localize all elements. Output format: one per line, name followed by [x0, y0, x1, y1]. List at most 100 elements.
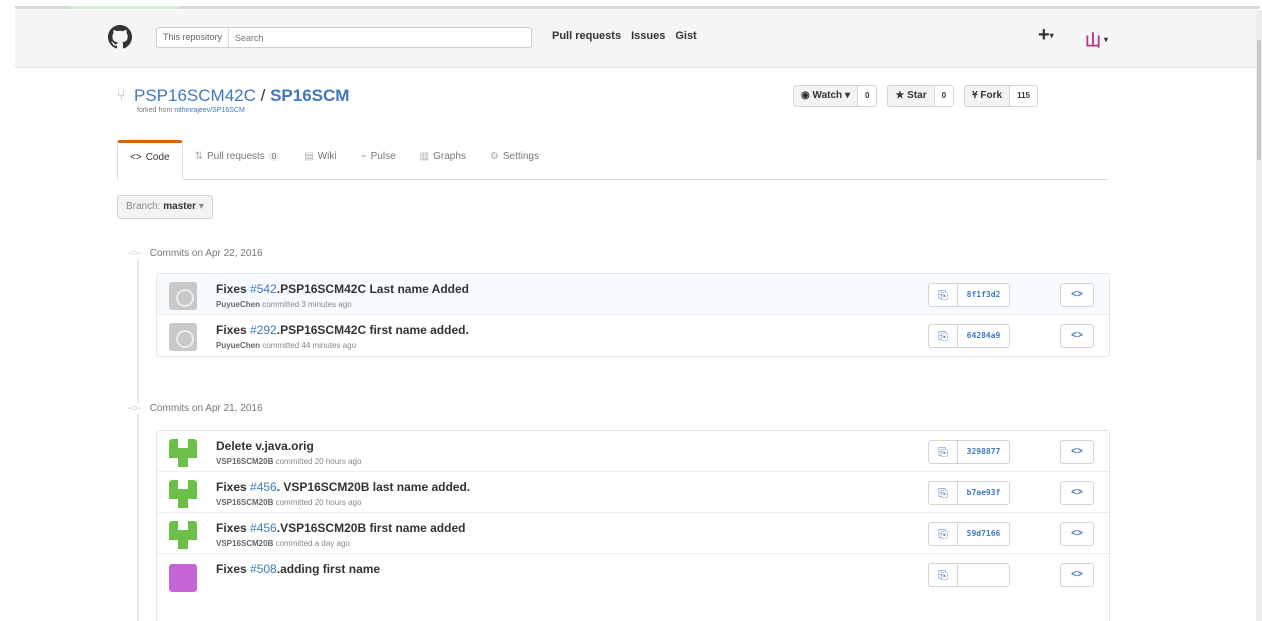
- clipboard-icon[interactable]: ⎘: [928, 481, 958, 505]
- tab-pulse[interactable]: ⌁ Pulse: [349, 140, 408, 180]
- chevron-down-icon: ▾: [1104, 34, 1109, 44]
- create-new-menu[interactable]: +▾: [1038, 24, 1054, 47]
- avatar[interactable]: [169, 521, 197, 549]
- pull-requests-count: 0: [267, 152, 281, 161]
- graph-icon: ▥: [419, 151, 430, 162]
- star-count[interactable]: 0: [934, 85, 955, 107]
- issue-link[interactable]: #456: [250, 521, 277, 535]
- branch-select-button[interactable]: Branch: master ▾: [117, 195, 213, 219]
- commit-sha-link[interactable]: 64284a9: [958, 324, 1010, 348]
- avatar[interactable]: [169, 282, 197, 310]
- avatar[interactable]: [169, 439, 197, 467]
- site-header: This repository Pull requests Issues Gis…: [15, 10, 1260, 68]
- clipboard-icon[interactable]: ⎘: [928, 440, 958, 464]
- commit-message[interactable]: Fixes #456.VSP16SCM20B first name added: [216, 521, 465, 535]
- fork-count[interactable]: 115: [1010, 85, 1038, 107]
- repo-owner-link[interactable]: PSP16SCM42C: [134, 86, 256, 105]
- repo-forked-icon: ⑂: [117, 87, 126, 103]
- search-input[interactable]: [229, 28, 531, 47]
- top-strip-accent: [70, 6, 180, 9]
- commit-sha-group: ⎘ b7ae93f: [928, 481, 1010, 505]
- fork-button[interactable]: Ұ Fork: [964, 85, 1011, 107]
- commit-author[interactable]: PuyueChen: [216, 300, 260, 309]
- watch-count[interactable]: 0: [857, 85, 878, 107]
- tab-graphs[interactable]: ▥ Graphs: [408, 140, 478, 180]
- star-button[interactable]: ★ Star: [887, 85, 935, 107]
- issue-link[interactable]: #542: [250, 282, 277, 296]
- commit-message[interactable]: Fixes #292.PSP16SCM42C first name added.: [216, 323, 469, 337]
- clipboard-icon[interactable]: ⎘: [928, 283, 958, 307]
- pull-request-icon: ⇅: [194, 151, 203, 162]
- commit-message[interactable]: Fixes #508.adding first name: [216, 562, 380, 576]
- clipboard-icon[interactable]: ⎘: [928, 522, 958, 546]
- forked-from: forked from nithinrajeev/SP16SCM: [137, 107, 245, 114]
- git-commit-icon: -○-: [128, 403, 141, 414]
- commit-message-prefix: Fixes: [216, 323, 251, 337]
- commit-sha-group: ⎘ 8f1f3d2: [928, 283, 1010, 307]
- star-group: ★ Star 0: [887, 85, 955, 107]
- tab-settings[interactable]: ⚙ Settings: [478, 140, 551, 180]
- commit-author[interactable]: VSP16SCM20B: [216, 457, 273, 466]
- tab-settings-label: Settings: [502, 151, 539, 162]
- commit-time: committed 20 hours ago: [275, 498, 362, 507]
- tab-wiki[interactable]: ▤ Wiki: [292, 140, 348, 180]
- commit-sha-link[interactable]: 3298877: [958, 440, 1010, 464]
- clipboard-icon[interactable]: ⎘: [928, 324, 958, 348]
- commit-author[interactable]: VSP16SCM20B: [216, 498, 273, 507]
- code-browse-icon[interactable]: <>: [1060, 563, 1094, 587]
- forked-from-link[interactable]: nithinrajeev/SP16SCM: [174, 107, 244, 114]
- site-search: This repository: [156, 27, 532, 48]
- code-browse-icon[interactable]: <>: [1060, 440, 1094, 464]
- eye-icon: ◉: [801, 90, 810, 101]
- avatar[interactable]: [169, 323, 197, 351]
- code-browse-icon[interactable]: <>: [1060, 481, 1094, 505]
- commit-sha-link[interactable]: 59d7166: [958, 522, 1010, 546]
- commit-sha-group: ⎘ 64284a9: [928, 324, 1010, 348]
- commit-row: Fixes #542.PSP16SCM42C Last name Added P…: [157, 274, 1109, 315]
- commit-author[interactable]: PuyueChen: [216, 341, 260, 350]
- commit-group: Fixes #542.PSP16SCM42C Last name Added P…: [156, 273, 1110, 357]
- commit-message-rest: . VSP16SCM20B last name added.: [276, 480, 471, 494]
- star-label: Star: [907, 90, 927, 101]
- page-scrollbar[interactable]: [1256, 10, 1262, 621]
- commits-timeline-line: [137, 248, 139, 621]
- tab-pull-requests-label: Pull requests: [206, 151, 265, 162]
- scrollbar-thumb[interactable]: [1257, 40, 1261, 160]
- issue-link[interactable]: #292: [250, 323, 277, 337]
- commit-time: committed 44 minutes ago: [262, 341, 357, 350]
- commit-sha-link[interactable]: [958, 563, 1010, 587]
- commit-row: Fixes #292.PSP16SCM42C first name added.…: [157, 315, 1109, 356]
- star-icon: ★: [895, 90, 905, 101]
- code-browse-icon[interactable]: <>: [1060, 324, 1094, 348]
- commit-message-rest: .PSP16SCM42C Last name Added: [276, 282, 470, 296]
- commit-author[interactable]: VSP16SCM20B: [216, 539, 273, 548]
- tab-pull-requests[interactable]: ⇅ Pull requests 0: [183, 140, 293, 180]
- tab-code[interactable]: <> Code: [117, 140, 183, 180]
- avatar[interactable]: [169, 564, 197, 592]
- commit-message[interactable]: Fixes #542.PSP16SCM42C Last name Added: [216, 282, 469, 296]
- issue-link[interactable]: #456: [250, 480, 277, 494]
- fork-label: Fork: [980, 90, 1003, 101]
- code-browse-icon[interactable]: <>: [1060, 283, 1094, 307]
- commit-message-prefix: Fixes: [216, 480, 251, 494]
- commit-message[interactable]: Delete v.java.orig: [216, 439, 314, 453]
- tab-wiki-label: Wiki: [317, 151, 337, 162]
- issue-link[interactable]: #508: [250, 562, 277, 576]
- github-octocat-icon[interactable]: [108, 25, 132, 49]
- watch-button[interactable]: ◉ Watch ▾: [793, 85, 858, 107]
- repo-name-link[interactable]: SP16SCM: [270, 86, 349, 105]
- nav-gist[interactable]: Gist: [675, 30, 696, 42]
- nav-issues[interactable]: Issues: [631, 30, 665, 42]
- nav-pull-requests[interactable]: Pull requests: [552, 30, 621, 42]
- user-menu[interactable]: 山 ▾: [1085, 27, 1108, 51]
- code-icon: <>: [130, 152, 142, 163]
- commit-message[interactable]: Fixes #456. VSP16SCM20B last name added.: [216, 480, 470, 494]
- code-browse-icon[interactable]: <>: [1060, 522, 1094, 546]
- header-nav: Pull requests Issues Gist: [552, 30, 697, 42]
- clipboard-icon[interactable]: ⎘: [928, 563, 958, 587]
- avatar[interactable]: [169, 480, 197, 508]
- commit-sha-link[interactable]: b7ae93f: [958, 481, 1010, 505]
- commit-sha-link[interactable]: 8f1f3d2: [958, 283, 1010, 307]
- commit-time: committed 3 minutes ago: [262, 300, 352, 309]
- repo-title: PSP16SCM42C / SP16SCM: [134, 86, 349, 106]
